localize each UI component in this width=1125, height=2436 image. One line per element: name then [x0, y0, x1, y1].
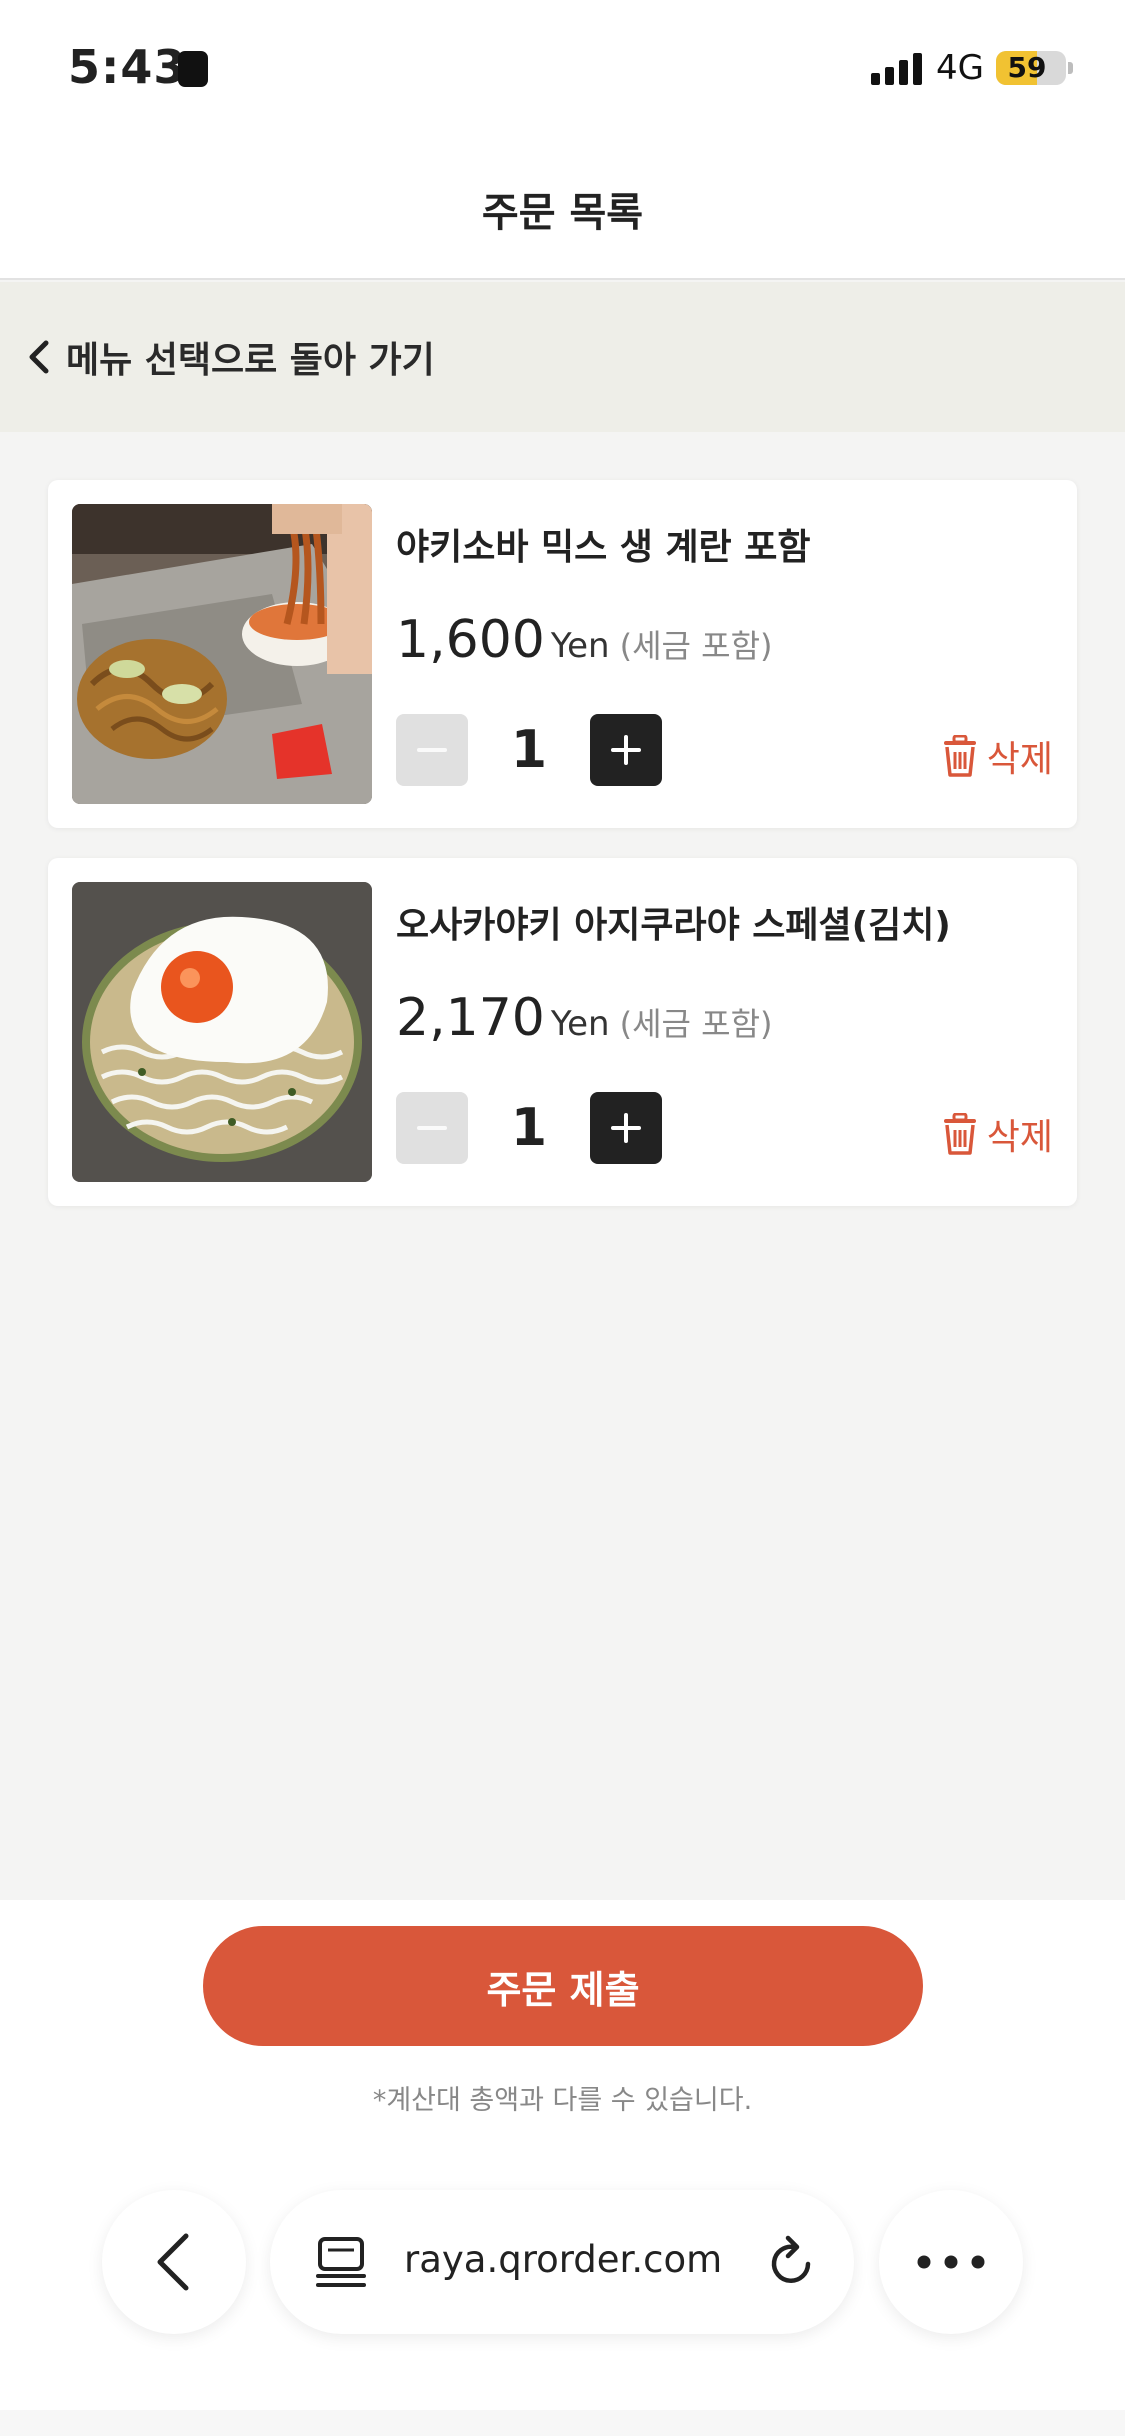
back-to-menu-link[interactable]: 메뉴 선택으로 돌아 가기	[0, 282, 1125, 432]
delete-button[interactable]: 삭제	[943, 1108, 1053, 1160]
url-text: raya.qrorder.com	[404, 2238, 723, 2281]
item-name: 오사카야키 아지쿠라야 스페셜(김치)	[396, 905, 951, 946]
home-indicator-area	[0, 2410, 1125, 2436]
minus-icon	[417, 1126, 447, 1130]
tax-note: (세금 포함)	[619, 1005, 773, 1043]
minus-icon	[417, 748, 447, 752]
status-time: 5:43	[68, 40, 187, 94]
quantity-stepper: 1	[396, 1092, 662, 1164]
quantity-stepper: 1	[396, 714, 662, 786]
page: 5:43 4G 59 주문 목록 메뉴 선택으로 돌아 가기 야키소바 믹스 생…	[0, 0, 1125, 2436]
quantity-value: 1	[510, 720, 548, 780]
item-name: 야키소바 믹스 생 계란 포함	[396, 527, 811, 568]
delete-button[interactable]: 삭제	[943, 730, 1053, 782]
page-header: 주문 목록	[0, 140, 1125, 280]
plus-icon	[611, 735, 641, 765]
delete-label: 삭제	[986, 739, 1053, 780]
page-title: 주문 목록	[481, 190, 644, 236]
reader-icon	[316, 2237, 366, 2287]
increase-quantity-button[interactable]	[590, 714, 662, 786]
decrease-quantity-button[interactable]	[396, 714, 468, 786]
reload-icon[interactable]	[764, 2234, 820, 2290]
cart-item: 오사카야키 아지쿠라야 스페셜(김치) 2,170 Yen (세금 포함) 1	[48, 858, 1077, 1206]
plus-icon	[611, 1113, 641, 1143]
more-button[interactable]	[879, 2190, 1023, 2334]
item-price: 2,170 Yen (세금 포함)	[396, 988, 773, 1048]
submit-label: 주문 제출	[486, 1967, 640, 2012]
chevron-left-icon	[29, 340, 49, 374]
increase-quantity-button[interactable]	[590, 1092, 662, 1164]
price-value: 1,600	[396, 610, 545, 670]
status-indicators: 4G 59	[871, 48, 1073, 88]
total-disclaimer: *계산대 총액과 다를 수 있습니다.	[372, 2085, 753, 2116]
signal-icon	[871, 51, 923, 85]
price-currency: Yen	[550, 626, 610, 666]
address-bar[interactable]: raya.qrorder.com	[270, 2190, 854, 2334]
chevron-left-icon	[157, 2233, 189, 2291]
quantity-value: 1	[510, 1098, 548, 1158]
person-badge-icon	[178, 51, 208, 87]
trash-icon	[943, 735, 976, 777]
delete-label: 삭제	[986, 1117, 1053, 1158]
battery-icon: 59	[996, 51, 1066, 85]
price-currency: Yen	[550, 1004, 610, 1044]
cart-item: 야키소바 믹스 생 계란 포함 1,600 Yen (세금 포함) 1 삭제	[48, 480, 1077, 828]
price-value: 2,170	[396, 988, 545, 1048]
battery-tip	[1068, 62, 1073, 74]
back-link-label: 메뉴 선택으로 돌아 가기	[66, 340, 435, 381]
item-price: 1,600 Yen (세금 포함)	[396, 610, 773, 670]
more-icon	[917, 2255, 985, 2269]
decrease-quantity-button[interactable]	[396, 1092, 468, 1164]
tax-note: (세금 포함)	[619, 627, 773, 665]
yakisoba-photo	[72, 504, 372, 804]
submit-order-button[interactable]: 주문 제출	[203, 1926, 923, 2046]
okonomiyaki-photo	[72, 882, 372, 1182]
trash-icon	[943, 1113, 976, 1155]
browser-back-button[interactable]	[102, 2190, 246, 2334]
network-label: 4G	[936, 48, 984, 88]
status-bar: 5:43 4G 59	[0, 0, 1125, 140]
battery-level: 59	[1007, 51, 1047, 84]
